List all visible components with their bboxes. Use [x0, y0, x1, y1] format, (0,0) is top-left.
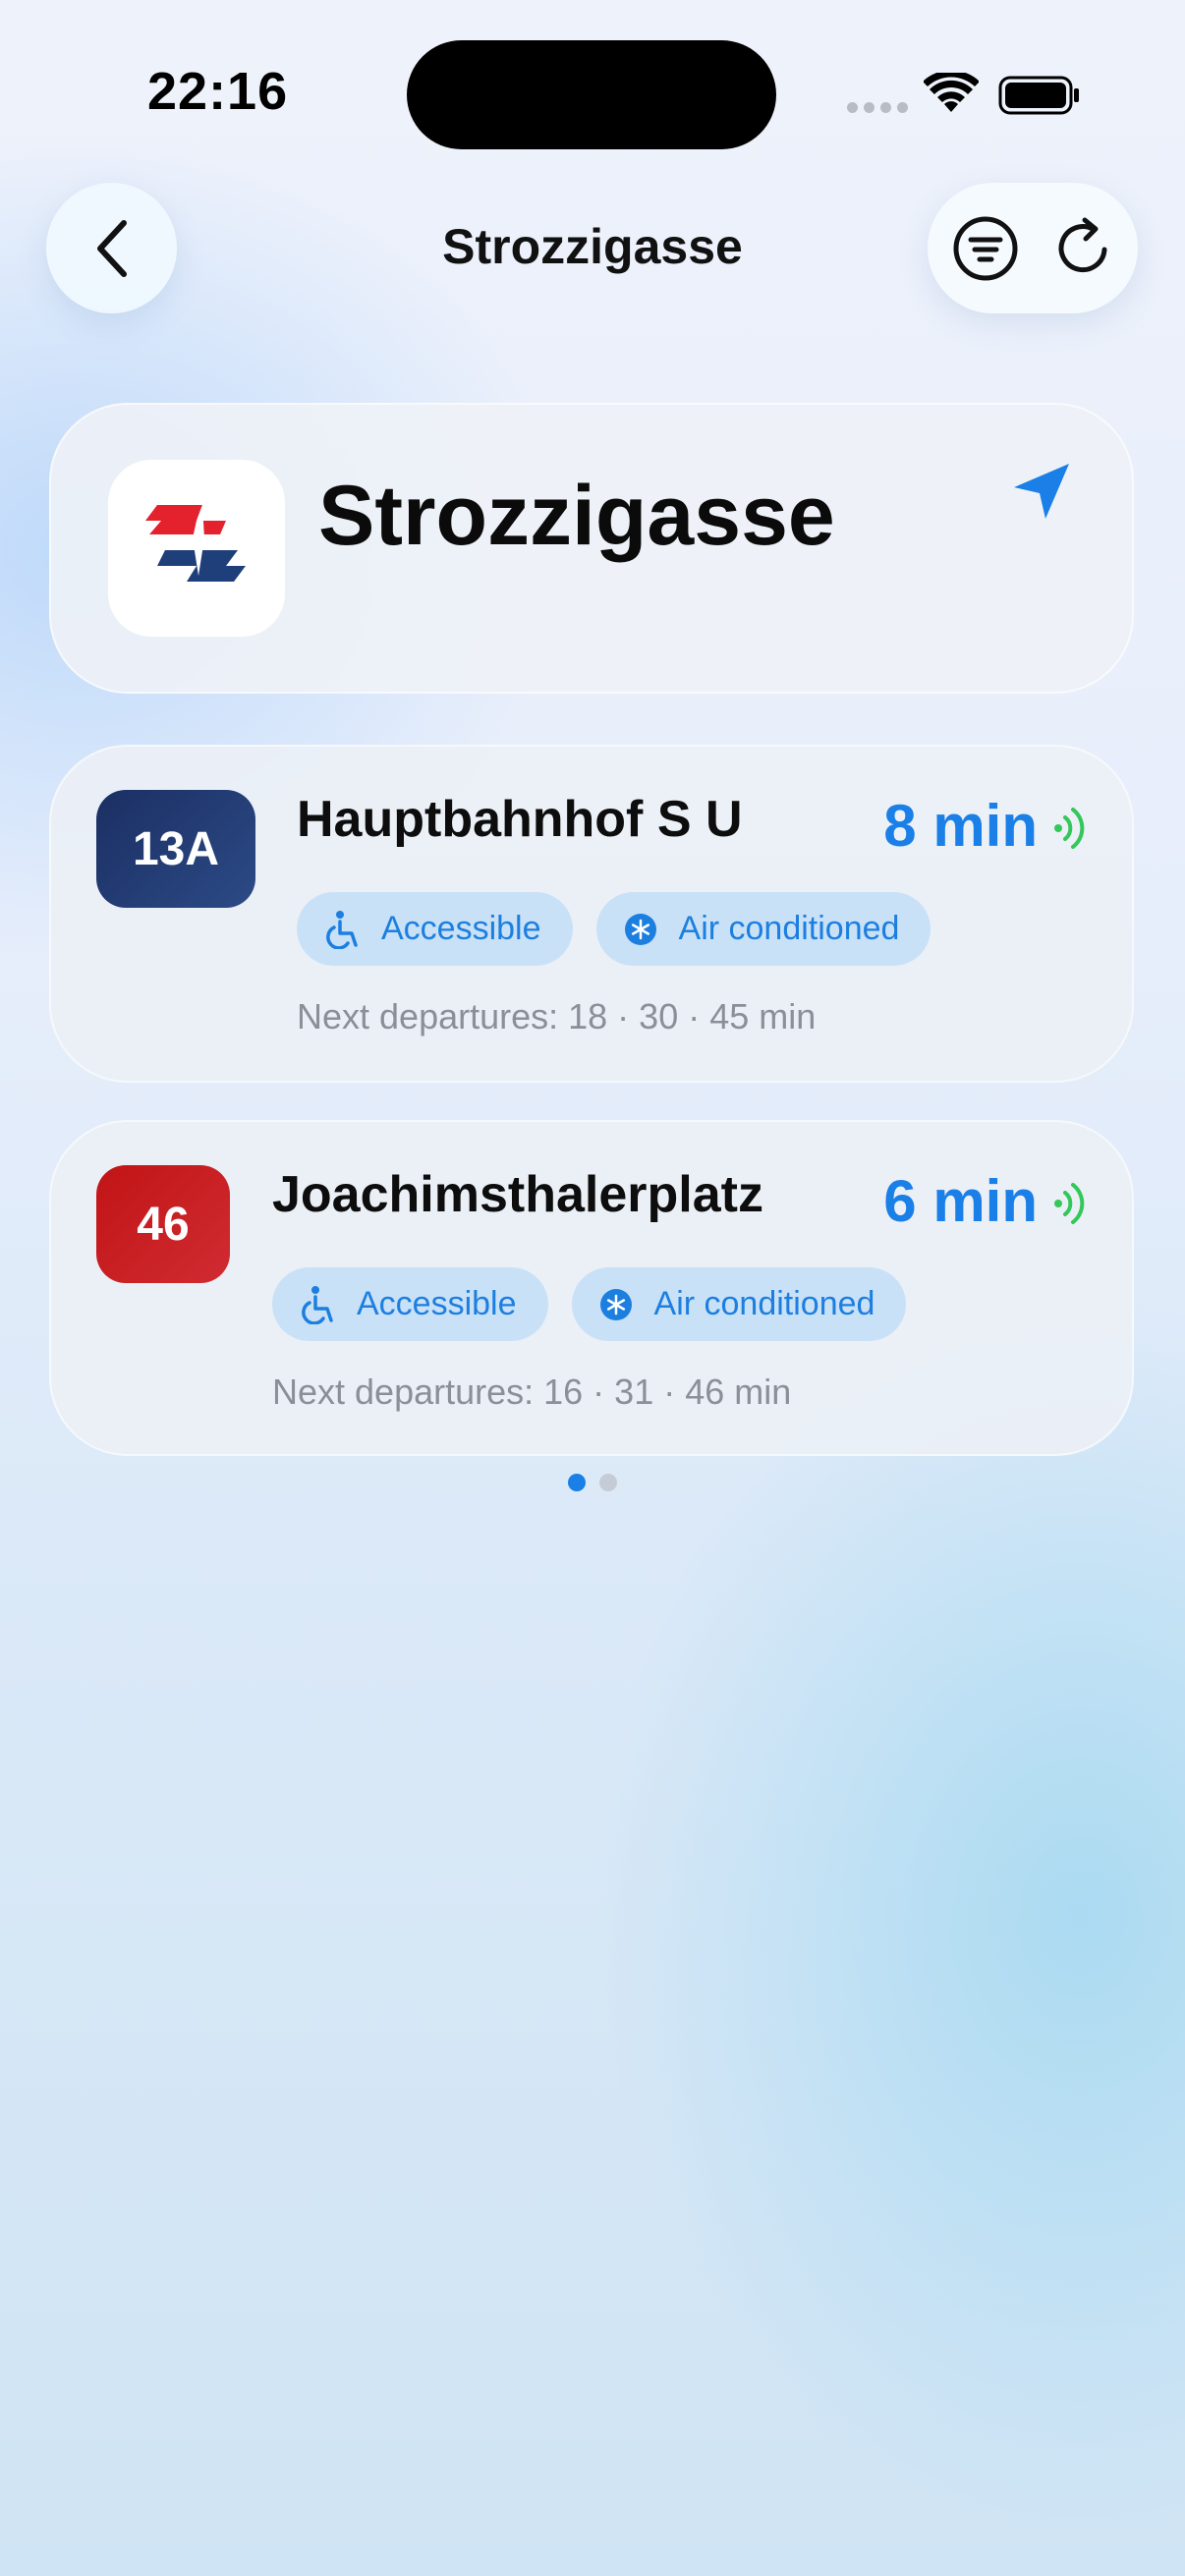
eta: 8 min: [883, 793, 1038, 859]
realtime-signal-icon: [1053, 1179, 1089, 1233]
line-badge: 13A: [96, 790, 255, 908]
accessible-chip: Accessible: [272, 1267, 548, 1341]
chip-label: Accessible: [381, 910, 541, 947]
feature-chips: Accessible Air conditioned: [272, 1267, 907, 1341]
feature-chips: Accessible Air conditioned: [297, 892, 931, 966]
battery-icon: [998, 76, 1081, 120]
refresh-icon: [1058, 217, 1107, 273]
chip-label: Accessible: [357, 1285, 517, 1322]
wheelchair-icon: [324, 910, 360, 949]
departure-card[interactable]: 46 Joachimsthalerplatz 6 min Accessible: [49, 1120, 1134, 1456]
air-conditioned-chip: Air conditioned: [595, 892, 931, 966]
realtime-signal-icon: [1053, 804, 1089, 858]
location-arrow-icon[interactable]: [1010, 460, 1075, 530]
transit-operator-logo: [108, 460, 285, 637]
accessible-chip: Accessible: [297, 892, 573, 966]
destination: Hauptbahnhof S U: [297, 791, 743, 848]
cellular-signal-icon: [847, 102, 908, 113]
chip-label: Air conditioned: [653, 1285, 875, 1322]
dynamic-island: [407, 40, 776, 149]
status-bar: 22:16: [0, 0, 1185, 187]
filter-icon: [953, 216, 1018, 281]
eta: 6 min: [883, 1168, 1038, 1234]
station-name: Strozzigasse: [318, 469, 835, 563]
air-conditioned-chip: Air conditioned: [571, 1267, 907, 1341]
refresh-button[interactable]: [1047, 212, 1120, 285]
next-departures: Next departures: 16 · 31 · 46 min: [272, 1372, 792, 1412]
destination: Joachimsthalerplatz: [272, 1166, 763, 1223]
snowflake-icon: [624, 913, 657, 946]
page-dot[interactable]: [599, 1474, 617, 1491]
snowflake-icon: [599, 1288, 633, 1321]
wifi-icon: [923, 70, 980, 119]
next-departures: Next departures: 18 · 30 · 45 min: [297, 996, 817, 1036]
nav-actions-group: [928, 183, 1138, 313]
filter-button[interactable]: [949, 212, 1022, 285]
departure-card[interactable]: 13A Hauptbahnhof S U 8 min Accessible Ai…: [49, 745, 1134, 1083]
line-badge: 46: [96, 1165, 230, 1283]
chip-label: Air conditioned: [678, 910, 900, 947]
page-dot-active[interactable]: [568, 1474, 586, 1491]
page-indicator[interactable]: [0, 1474, 1185, 1491]
status-time: 22:16: [147, 62, 289, 121]
station-header-card: Strozzigasse: [49, 403, 1134, 694]
wheelchair-icon: [300, 1285, 335, 1324]
